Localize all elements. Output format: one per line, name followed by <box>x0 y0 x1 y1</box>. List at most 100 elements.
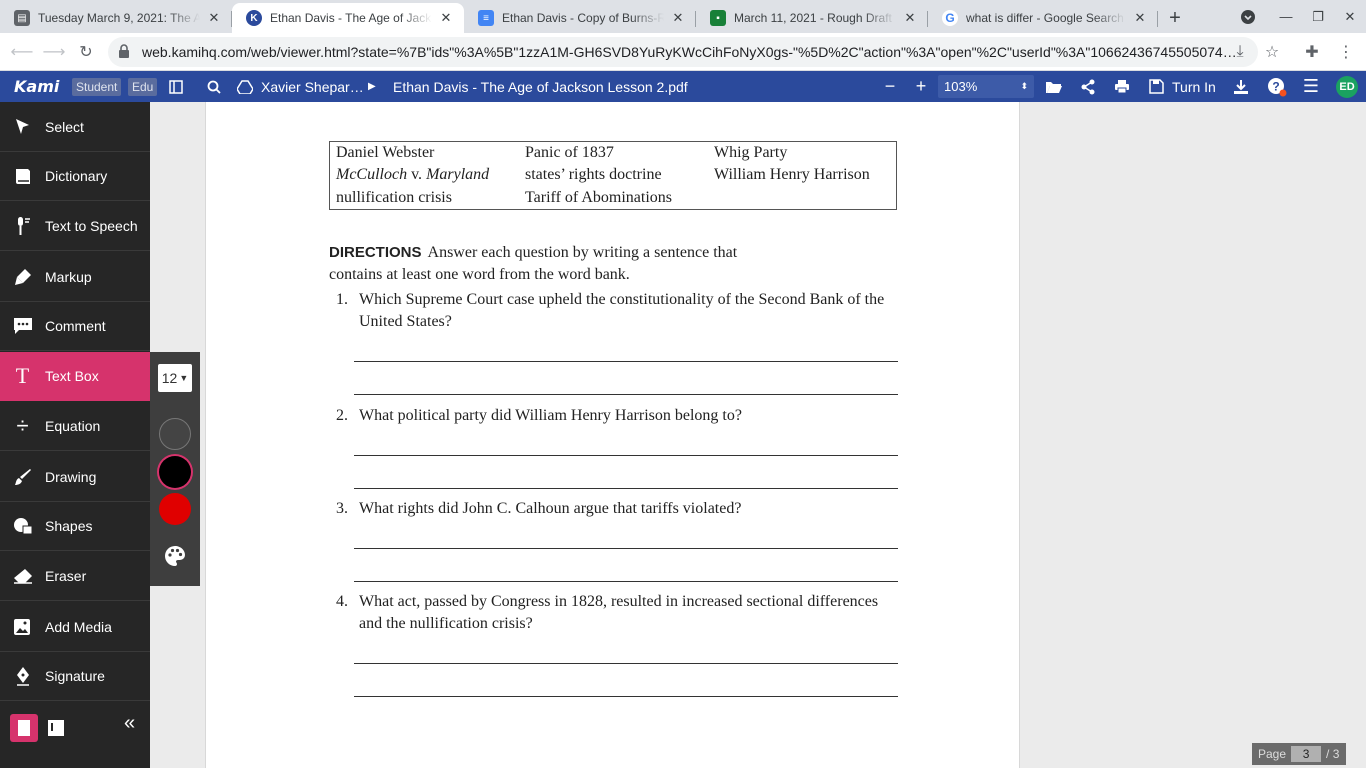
book-icon <box>0 167 45 185</box>
restore-icon[interactable]: ❐ <box>1302 0 1334 33</box>
answer-line[interactable] <box>354 394 898 395</box>
kami-toolbar: Kami Student Edu Xavier Shepar… ▶ Ethan … <box>0 71 1366 102</box>
search-icon[interactable] <box>203 71 225 102</box>
sidebar-item-comment[interactable]: Comment <box>0 302 150 351</box>
sidebar-item-label: Markup <box>45 269 92 285</box>
new-tab-button[interactable]: + <box>1160 3 1190 33</box>
directions: DIRECTIONS Answer each question by writin… <box>329 242 789 286</box>
sidebar-item-eraser[interactable]: Eraser <box>0 552 150 601</box>
forward-arrow-icon[interactable]: ⟶ <box>40 38 68 66</box>
close-icon[interactable]: ✕ <box>902 10 918 26</box>
directions-label: DIRECTIONS <box>329 244 422 261</box>
zoom-select[interactable]: 103% ⬍ <box>938 75 1034 98</box>
breadcrumb-folder[interactable]: Xavier Shepar… <box>261 71 364 102</box>
image-icon <box>0 618 45 636</box>
sidebar-item-signature[interactable]: Signature <box>0 652 150 701</box>
browser-tab[interactable]: ▤ Tuesday March 9, 2021: The A ✕ <box>0 3 232 33</box>
answer-line[interactable] <box>354 488 898 489</box>
browser-tab[interactable]: ▪ March 11, 2021 - Rough Draft ✕ <box>696 3 928 33</box>
classroom-icon: ▪ <box>710 10 726 26</box>
chevron-updown-icon: ⬍ <box>1020 81 1028 91</box>
turn-in-button[interactable]: Turn In <box>1172 71 1216 102</box>
kami-logo: Kami <box>14 77 60 96</box>
answer-line[interactable] <box>354 361 898 362</box>
sidebar-item-markup[interactable]: Markup <box>0 253 150 302</box>
close-icon[interactable]: ✕ <box>1132 10 1148 26</box>
sidebar-item-select[interactable]: Select <box>0 103 150 152</box>
install-icon[interactable]: ⤓ <box>1226 38 1254 66</box>
palette-icon[interactable] <box>163 544 187 573</box>
zoom-out-icon[interactable]: − <box>879 71 901 102</box>
print-icon[interactable] <box>1111 71 1133 102</box>
reload-icon[interactable]: ↻ <box>72 38 100 66</box>
back-arrow-icon[interactable]: ⟵ <box>8 38 36 66</box>
sidebar-item-drawing[interactable]: Drawing <box>0 453 150 502</box>
hamburger-menu-icon[interactable]: ☰ <box>1300 71 1322 102</box>
sidebar-item-label: Text to Speech <box>45 218 138 234</box>
window-close-icon[interactable]: ✕ <box>1334 0 1366 33</box>
close-icon[interactable]: ✕ <box>438 10 454 26</box>
browser-tab[interactable]: ≡ Ethan Davis - Copy of Burns-R ✕ <box>464 3 696 33</box>
font-size-select[interactable]: 12 ▼ <box>158 364 192 392</box>
browser-tab[interactable]: G what is differ - Google Search ✕ <box>928 3 1158 33</box>
answer-line[interactable] <box>354 455 898 456</box>
close-icon[interactable]: ✕ <box>670 10 686 26</box>
page-label: Page <box>1258 747 1287 761</box>
browser-tab-active[interactable]: K Ethan Davis - The Age of Jack ✕ <box>232 3 464 33</box>
save-icon <box>1145 71 1167 102</box>
text-icon: T <box>15 363 30 388</box>
color-swatch-gray[interactable] <box>159 418 191 450</box>
question-number: 2. <box>336 407 348 424</box>
sidebar-item-text-box[interactable]: T Text Box <box>0 352 150 401</box>
browser-menu-icon[interactable]: ⋮ <box>1332 38 1360 66</box>
question-item: 1. Which Supreme Court case upheld the c… <box>336 289 896 333</box>
sidebar-item-dictionary[interactable]: Dictionary <box>0 152 150 201</box>
document-viewer[interactable]: Daniel Webster Panic of 1837 Whig Party … <box>200 102 1366 768</box>
close-icon[interactable]: ✕ <box>206 10 222 26</box>
word-bank: Daniel Webster Panic of 1837 Whig Party … <box>329 141 897 210</box>
sidebar-item-equation[interactable]: ÷ Equation <box>0 402 150 451</box>
zoom-in-icon[interactable]: + <box>910 71 932 102</box>
extensions-puzzle-icon[interactable]: ✚ <box>1298 38 1326 66</box>
sidebar-toggle-icon[interactable] <box>165 71 187 102</box>
sidebar-item-shapes[interactable]: Shapes <box>0 502 150 551</box>
layout-single-page-icon[interactable] <box>10 714 38 742</box>
share-icon[interactable] <box>1077 71 1099 102</box>
pen-icon <box>0 666 45 686</box>
layout-split-page-icon[interactable] <box>42 714 70 742</box>
word-bank-term: Panic of 1837 <box>525 144 614 161</box>
tab-title: Tuesday March 9, 2021: The A <box>38 11 200 25</box>
word-bank-term: nullification crisis <box>336 189 452 206</box>
url-field[interactable]: web.kamihq.com/web/viewer.html?state=%7B… <box>108 37 1258 67</box>
brush-icon <box>0 468 45 486</box>
help-icon[interactable]: ? <box>1266 71 1288 102</box>
tab-title: Ethan Davis - Copy of Burns-R <box>502 11 664 25</box>
folder-open-icon[interactable] <box>1043 71 1065 102</box>
download-icon[interactable] <box>1230 71 1252 102</box>
avatar[interactable]: ED <box>1336 76 1358 98</box>
bookmark-star-icon[interactable]: ☆ <box>1258 38 1286 66</box>
sidebar-item-add-media[interactable]: Add Media <box>0 603 150 652</box>
docs-icon: ≡ <box>478 10 494 26</box>
chevron-down-icon: ▼ <box>179 373 189 383</box>
minimize-icon[interactable]: — <box>1270 0 1302 33</box>
sidebar-item-label: Eraser <box>45 568 87 584</box>
answer-line[interactable] <box>354 581 898 582</box>
answer-line[interactable] <box>354 663 898 664</box>
speaker-icon <box>0 216 45 236</box>
collapse-sidebar-icon[interactable]: « <box>124 712 135 735</box>
pdf-page[interactable]: Daniel Webster Panic of 1837 Whig Party … <box>205 102 1020 768</box>
shapes-icon <box>0 517 45 535</box>
question-item: 3. What rights did John C. Calhoun argue… <box>336 498 896 520</box>
sidebar-item-label: Shapes <box>45 518 93 534</box>
page-number-input[interactable]: 3 <box>1291 746 1322 762</box>
tab-title: what is differ - Google Search <box>966 11 1124 25</box>
color-swatch-black[interactable] <box>159 456 191 488</box>
answer-line[interactable] <box>354 696 898 697</box>
sidebar-item-text-to-speech[interactable]: Text to Speech <box>0 202 150 251</box>
google-icon: G <box>942 10 958 26</box>
sidebar-item-label: Select <box>45 119 84 135</box>
tab-search-icon[interactable] <box>1232 0 1264 33</box>
color-swatch-red[interactable] <box>159 493 191 525</box>
answer-line[interactable] <box>354 548 898 549</box>
